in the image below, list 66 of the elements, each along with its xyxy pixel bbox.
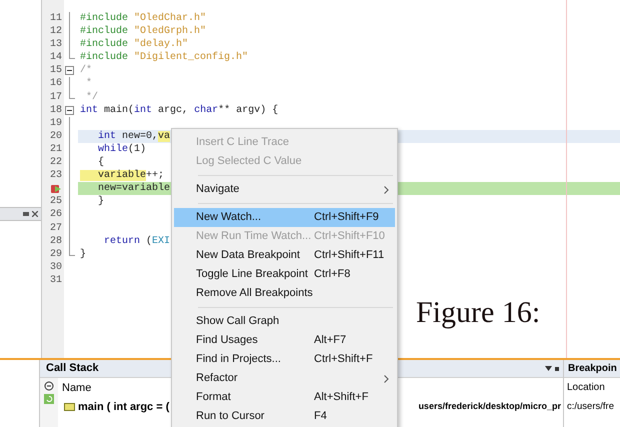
code-line: * <box>85 78 92 90</box>
line-number: 11 <box>50 12 62 26</box>
menu-item[interactable]: Show Call Graph <box>174 312 395 331</box>
line-number: 28 <box>50 234 62 248</box>
code-line: } <box>80 248 86 260</box>
line-number: 30 <box>50 260 62 274</box>
line-number: 15 <box>50 64 62 78</box>
dropdown-icon[interactable] <box>545 366 552 372</box>
code-line: variable++; <box>80 170 164 182</box>
line-number: 22 <box>50 156 62 170</box>
fold-toggle-icon[interactable] <box>65 106 74 115</box>
minimize-icon[interactable] <box>555 366 559 370</box>
table-cell-text: c:/users/fre <box>566 400 615 414</box>
line-number: 13 <box>50 38 62 52</box>
code-line: int main(int argc, char** argv) { <box>80 104 278 116</box>
line-number: 17 <box>50 90 62 104</box>
column-header[interactable]: Location <box>564 378 620 398</box>
line-number: 29 <box>50 248 62 261</box>
fold-toggle-icon[interactable] <box>65 66 74 76</box>
code-line: #include "delay.h" <box>80 39 188 50</box>
line-number: 21 <box>50 142 62 156</box>
line-number: 19 <box>50 116 62 130</box>
line-number: 27 <box>50 222 62 235</box>
menu-item[interactable]: Find Usages Alt+F7 <box>174 331 395 350</box>
menu-item[interactable]: Find in Projects... Ctrl+Shift+F <box>174 350 395 369</box>
stack-frame-icon <box>64 403 75 411</box>
panel-title[interactable]: Call Stack <box>46 360 99 377</box>
figure-caption: Figure 16: <box>416 295 540 331</box>
line-number: 16 <box>50 77 62 91</box>
code-line: } <box>97 196 104 208</box>
code-line: while(1) <box>97 144 146 155</box>
fold-guide <box>69 77 70 91</box>
code-line: #include "OledGrph.h" <box>80 26 206 38</box>
menu-item[interactable]: Toggle Line Breakpoint Ctrl+F8 <box>174 265 395 284</box>
code-line: #include "Digilent_config.h" <box>80 52 248 64</box>
fold-end-icon <box>69 248 75 256</box>
line-number: 31 <box>50 274 62 287</box>
menu-item[interactable]: New Watch... Ctrl+Shift+F9 <box>174 208 395 227</box>
code-line: return (EXI <box>103 236 170 247</box>
table-cell-text: main ( int argc = ( <box>78 400 170 415</box>
minimize-icon[interactable] <box>23 211 29 217</box>
menu-item[interactable]: Refactor <box>174 369 395 388</box>
menu-item[interactable]: Format Alt+Shift+F <box>174 388 395 407</box>
menu-item[interactable]: Run to Cursor F4 <box>174 407 395 426</box>
fold-end-icon <box>69 90 75 99</box>
collapse-icon[interactable] <box>44 381 54 391</box>
code-line: #include "OledChar.h" <box>80 13 206 24</box>
close-icon[interactable] <box>32 211 38 217</box>
column-header[interactable]: Name <box>62 380 92 396</box>
menu-item[interactable]: Navigate <box>174 180 395 199</box>
line-number: 26 <box>50 208 62 222</box>
code-line: int new=0,va <box>97 130 170 142</box>
code-line: { <box>97 157 104 168</box>
line-number: 20 <box>50 130 62 143</box>
table-cell-text: users/frederick/desktop/micro_pr <box>418 400 562 414</box>
line-number: 14 <box>50 51 62 64</box>
line-number: 12 <box>50 25 62 38</box>
code-line: /* <box>80 65 92 76</box>
fold-end-icon <box>69 51 75 60</box>
line-number: 23 <box>50 169 62 182</box>
code-line: */ <box>85 92 98 103</box>
menu-item[interactable]: New Data Breakpoint Ctrl+Shift+F11 <box>174 246 395 265</box>
menu-item[interactable]: Remove All Breakpoints <box>174 284 395 303</box>
line-number: 18 <box>50 104 62 117</box>
line-number: 25 <box>50 195 62 208</box>
code-line: new=variable <box>97 183 170 194</box>
